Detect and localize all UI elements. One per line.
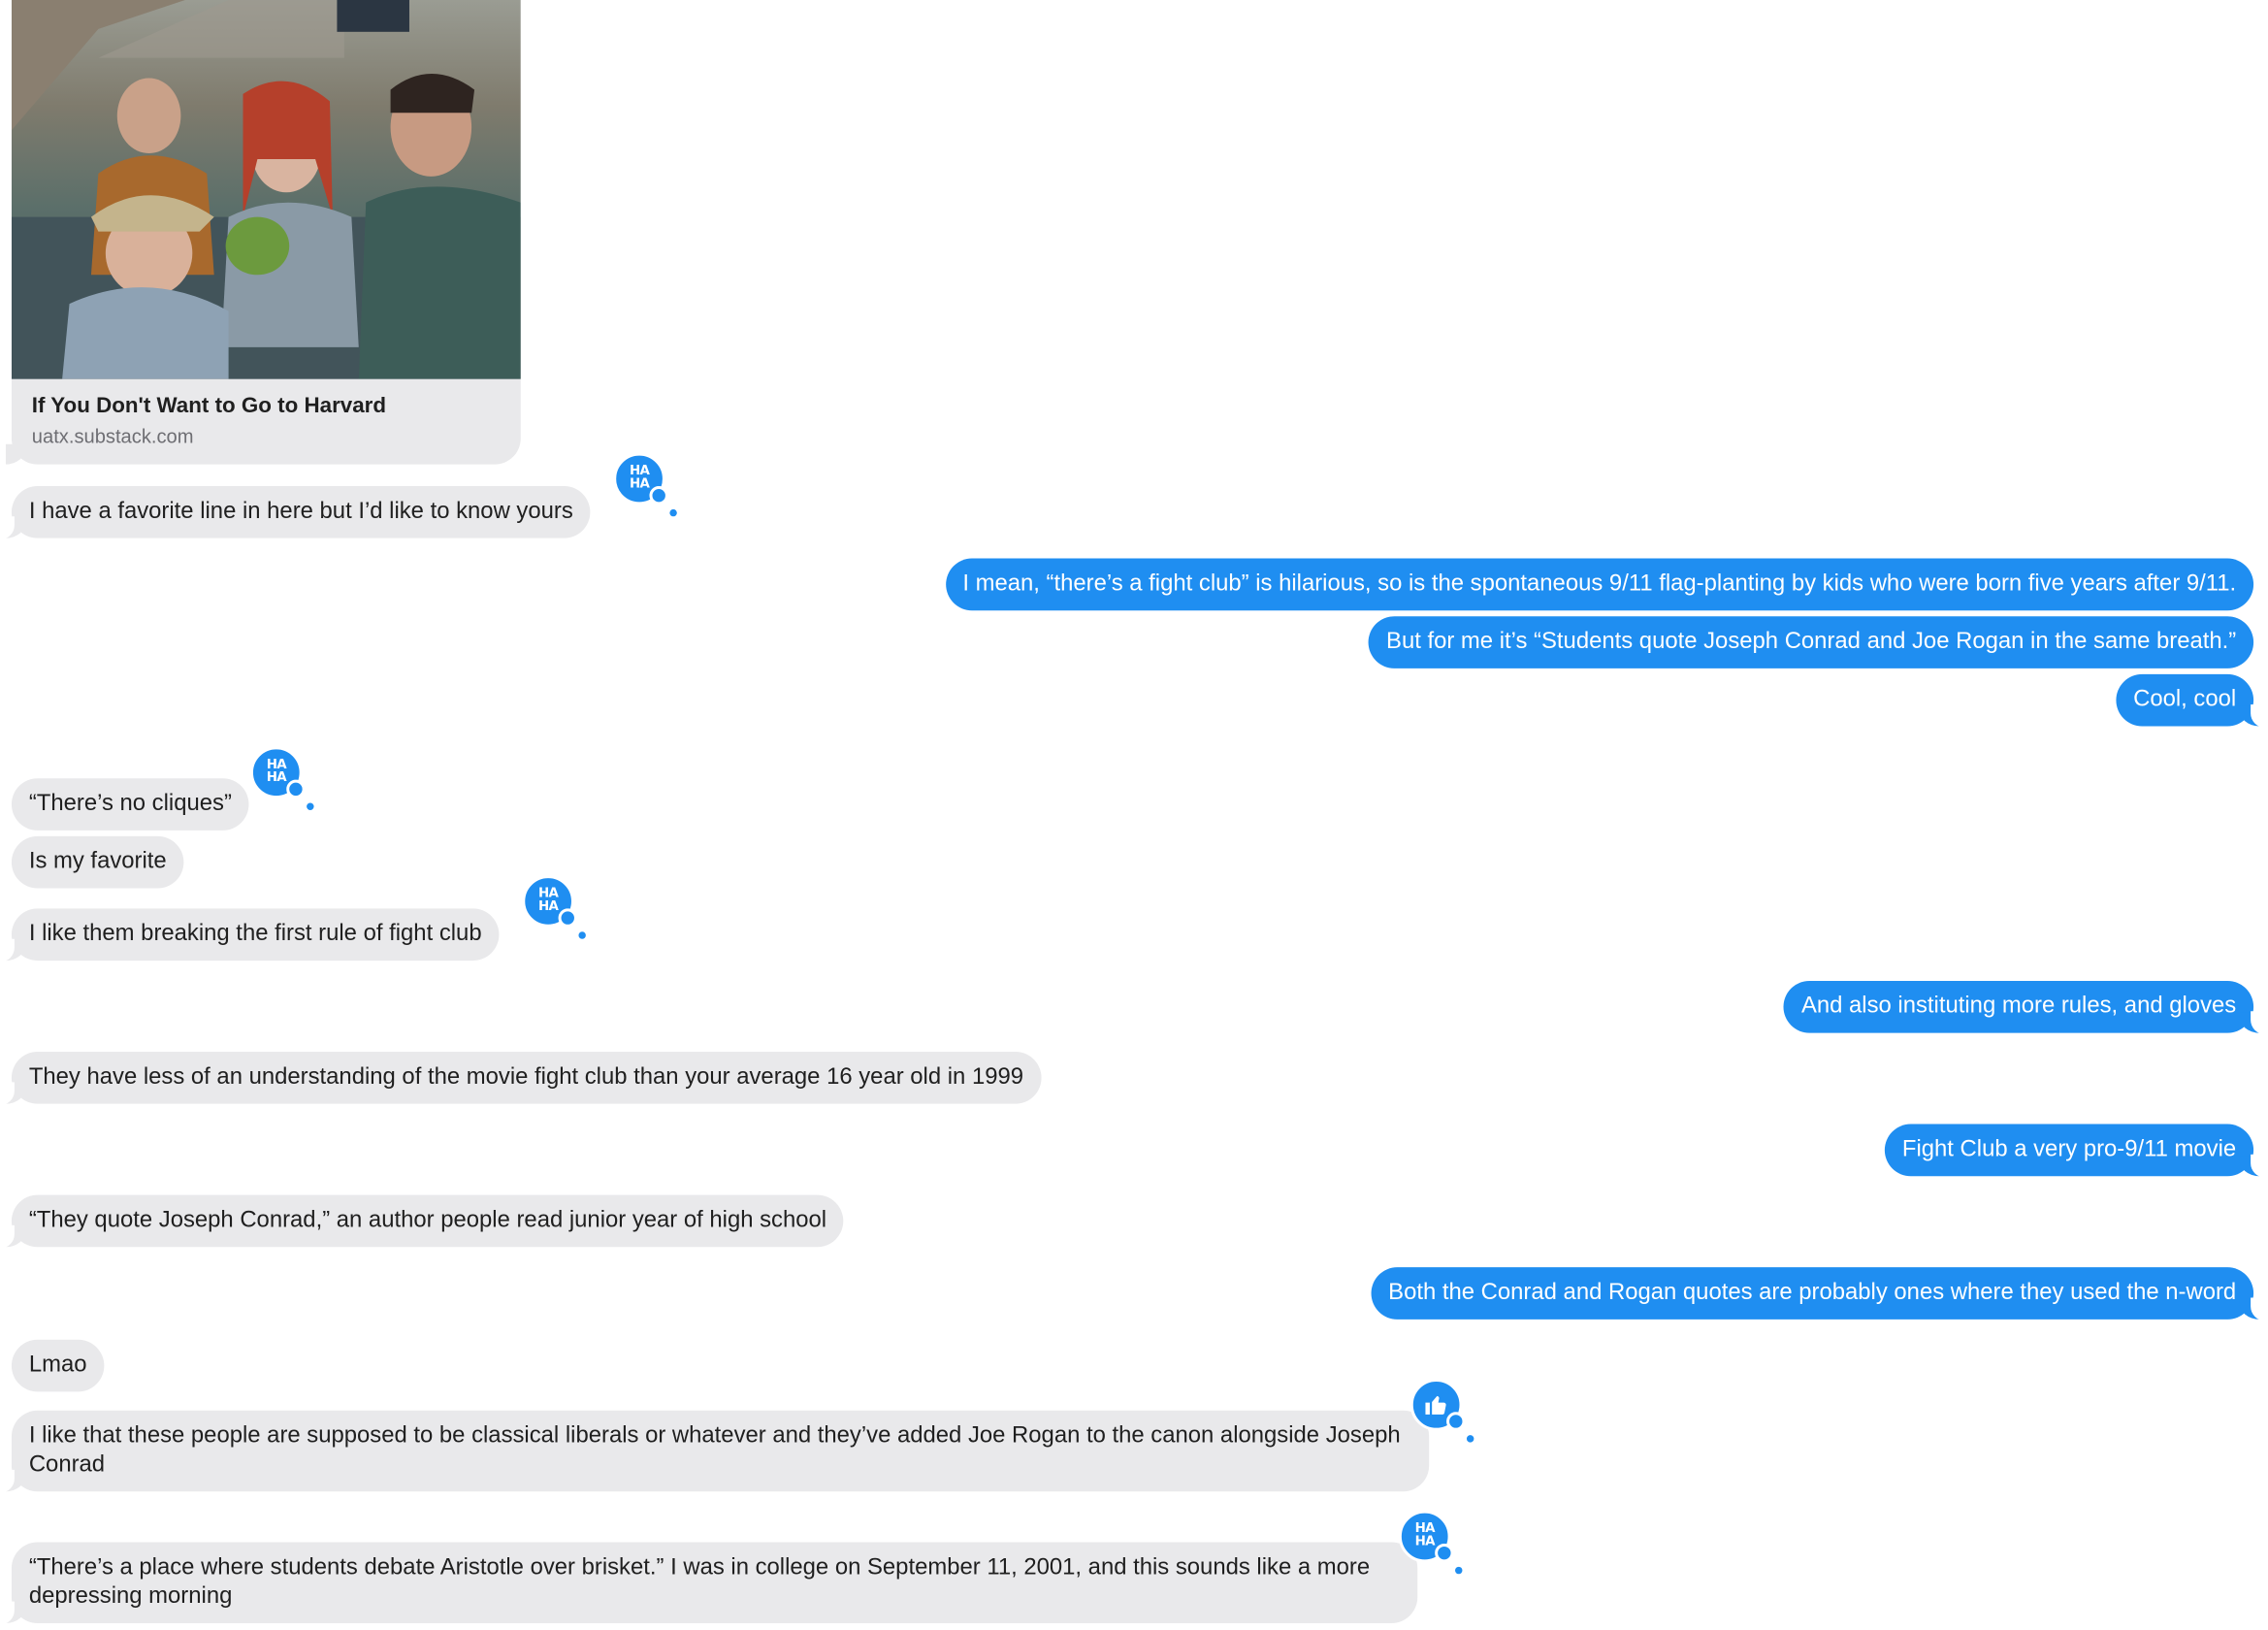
link-preview-domain: uatx.substack.com bbox=[31, 425, 194, 447]
outgoing-message[interactable]: I mean, “there’s a fight club” is hilari… bbox=[945, 558, 2254, 611]
link-preview-card[interactable]: If You Don't Want to Go to Harvard uatx.… bbox=[11, 0, 521, 465]
haha-text: HA bbox=[266, 770, 287, 786]
incoming-message[interactable]: I like them breaking the first rule of f… bbox=[0, 908, 500, 962]
incoming-message[interactable]: I have a favorite line in here but I’d l… bbox=[0, 485, 591, 540]
haha-text: HA bbox=[629, 477, 650, 492]
haha-tapback-icon[interactable]: HA HA bbox=[613, 452, 677, 517]
thumbs-up-tapback-icon[interactable] bbox=[1409, 1378, 1474, 1443]
haha-text: HA bbox=[1414, 1535, 1436, 1549]
outgoing-message[interactable]: But for me it’s “Students quote Joseph C… bbox=[1369, 616, 2254, 668]
incoming-message[interactable]: Is my favorite bbox=[11, 835, 184, 889]
incoming-message[interactable]: “There’s no cliques” bbox=[11, 778, 249, 831]
outgoing-message[interactable]: Both the Conrad and Rogan quotes are pro… bbox=[1371, 1267, 2268, 1321]
incoming-message[interactable]: I like that these people are supposed to… bbox=[0, 1410, 1430, 1493]
link-preview-title: If You Don't Want to Go to Harvard bbox=[31, 393, 387, 418]
incoming-message[interactable]: They have less of an understanding of th… bbox=[0, 1052, 1041, 1106]
group-photo bbox=[11, 0, 521, 379]
outgoing-message[interactable]: Cool, cool bbox=[2116, 673, 2268, 729]
haha-text: HA bbox=[538, 899, 559, 915]
link-preview-tail bbox=[5, 443, 26, 465]
incoming-message[interactable]: Lmao bbox=[11, 1339, 105, 1392]
link-preview-image bbox=[11, 0, 521, 379]
incoming-message[interactable]: “There’s a place where students debate A… bbox=[0, 1542, 1418, 1625]
haha-tapback-icon[interactable]: HA HA bbox=[249, 746, 314, 810]
thumbs-up-icon bbox=[1425, 1395, 1446, 1415]
haha-tapback-icon[interactable]: HA HA bbox=[522, 875, 586, 939]
haha-tapback-icon[interactable]: HA HA bbox=[1398, 1510, 1463, 1575]
outgoing-message[interactable]: Fight Club a very pro-9/11 movie bbox=[1884, 1124, 2268, 1178]
outgoing-message[interactable]: And also instituting more rules, and glo… bbox=[1784, 980, 2268, 1035]
incoming-message[interactable]: “They quote Joseph Conrad,” an author pe… bbox=[0, 1194, 844, 1249]
conversation-transcript: If You Don't Want to Go to Harvard uatx.… bbox=[0, 0, 2268, 1626]
